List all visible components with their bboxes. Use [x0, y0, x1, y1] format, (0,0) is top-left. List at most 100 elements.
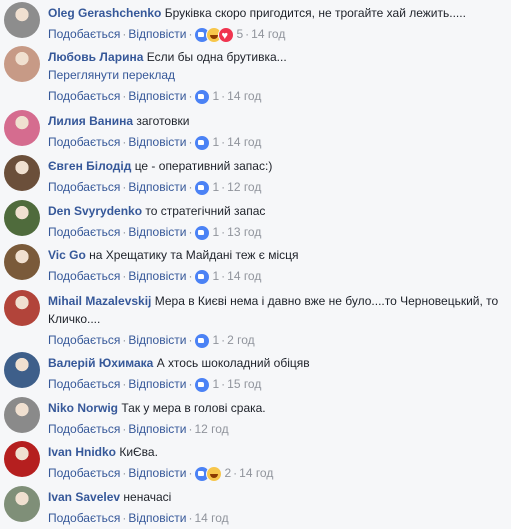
separator: ·	[188, 89, 193, 103]
comment-timestamp[interactable]: 12 год	[227, 180, 261, 194]
comment-author-link[interactable]: Ivan Hnidko	[48, 445, 116, 459]
comment-actions: Подобається · Відповісти · 1 · 13 год	[48, 223, 506, 242]
separator: ·	[245, 27, 250, 41]
comment-author-link[interactable]: Лилия Ванина	[48, 114, 133, 128]
comment-body: Niko Norwig Так у мера в голові срака. По…	[48, 399, 506, 438]
comment-timestamp[interactable]: 15 год	[227, 377, 261, 391]
like-reaction-icon	[194, 88, 211, 105]
separator: ·	[188, 333, 193, 347]
reactions-summary[interactable]	[194, 87, 211, 105]
comment-timestamp[interactable]: 14 год	[227, 135, 261, 149]
separator: ·	[233, 466, 238, 480]
reactions-summary[interactable]	[194, 464, 223, 482]
like-button[interactable]: Подобається	[48, 333, 120, 347]
reactions-summary[interactable]	[194, 375, 211, 393]
separator: ·	[188, 269, 193, 283]
comment-line: Валерій Юхимака А хтось шоколадний обіця…	[48, 354, 506, 372]
reply-button[interactable]: Відповісти	[128, 89, 186, 103]
reactions-summary[interactable]	[194, 25, 235, 45]
avatar[interactable]	[4, 486, 40, 522]
comment-actions: Подобається · Відповісти · 1 · 15 год	[48, 375, 506, 394]
reply-button[interactable]: Відповісти	[128, 333, 186, 347]
comment-author-link[interactable]: Любовь Ларина	[48, 50, 143, 64]
comment-line: Mihail Mazalevskij Мера в Києві нема і д…	[48, 292, 506, 328]
comment-line: Den Svyrydenko то стратегічний запас	[48, 202, 506, 220]
comment-author-link[interactable]: Валерій Юхимака	[48, 356, 153, 370]
separator: ·	[221, 180, 226, 194]
reactions-summary[interactable]	[194, 223, 211, 241]
like-reaction-icon	[194, 134, 211, 151]
comment-text: КиЄва.	[119, 445, 158, 459]
comment-author-link[interactable]: Oleg Gerashchenko	[48, 6, 161, 20]
like-button[interactable]: Подобається	[48, 422, 120, 436]
avatar[interactable]	[4, 397, 40, 433]
like-button[interactable]: Подобається	[48, 89, 120, 103]
reactions-summary[interactable]	[194, 178, 211, 196]
like-button[interactable]: Подобається	[48, 135, 120, 149]
separator: ·	[188, 466, 193, 480]
like-button[interactable]: Подобається	[48, 225, 120, 239]
reply-button[interactable]: Відповісти	[128, 422, 186, 436]
comment-actions: Подобається · Відповісти · 1 · 14 год	[48, 133, 506, 152]
comment-timestamp[interactable]: 14 год	[227, 89, 261, 103]
avatar[interactable]	[4, 290, 40, 326]
comment-actions: Подобається · Відповісти · 1 · 2 год	[48, 331, 506, 350]
comment-timestamp[interactable]: 2 год	[227, 333, 255, 347]
comment-author-link[interactable]: Євген Білодід	[48, 159, 131, 173]
reply-button[interactable]: Відповісти	[128, 135, 186, 149]
avatar[interactable]	[4, 46, 40, 82]
separator: ·	[188, 377, 193, 391]
reactions-summary[interactable]	[194, 267, 211, 285]
see-translation-link[interactable]: Переглянути переклад	[48, 66, 506, 84]
avatar[interactable]	[4, 200, 40, 236]
reply-button[interactable]: Відповісти	[128, 377, 186, 391]
avatar[interactable]	[4, 352, 40, 388]
comment-body: Лилия Ванина заготовки Подобається · Відпов…	[48, 112, 506, 152]
reactions-summary[interactable]	[194, 331, 211, 349]
comment-actions: Подобається · Відповісти · 1 · 14 год	[48, 267, 506, 286]
comment-line: Vic Go на Хрещатику та Майдані теж є міс…	[48, 246, 506, 264]
comment-timestamp[interactable]: 12 год	[194, 422, 228, 436]
like-button[interactable]: Подобається	[48, 377, 120, 391]
comment-line: Oleg Gerashchenko Бруківка скоро пригоди…	[48, 4, 506, 22]
like-button[interactable]: Подобається	[48, 180, 120, 194]
comment-author-link[interactable]: Niko Norwig	[48, 401, 118, 415]
comment-line: Любовь Ларина Если бы одна брутивка...	[48, 48, 506, 66]
comment-author-link[interactable]: Ivan Savelev	[48, 490, 120, 504]
comment-actions: Подобається · Відповісти · 12 год	[48, 420, 506, 438]
comment-body: Mihail Mazalevskij Мера в Києві нема і д…	[48, 292, 506, 350]
like-button[interactable]: Подобається	[48, 27, 120, 41]
avatar[interactable]	[4, 244, 40, 280]
comment-author-link[interactable]: Den Svyrydenko	[48, 204, 142, 218]
reply-button[interactable]: Відповісти	[128, 180, 186, 194]
comment-timestamp[interactable]: 13 год	[227, 225, 261, 239]
like-button[interactable]: Подобається	[48, 269, 120, 283]
like-button[interactable]: Подобається	[48, 466, 120, 480]
comment-author-link[interactable]: Mihail Mazalevskij	[48, 294, 151, 308]
reactions-summary[interactable]	[194, 133, 211, 151]
reply-button[interactable]: Відповісти	[128, 511, 186, 525]
comment-author-link[interactable]: Vic Go	[48, 248, 86, 262]
reply-button[interactable]: Відповісти	[128, 225, 186, 239]
avatar[interactable]	[4, 110, 40, 146]
reply-button[interactable]: Відповісти	[128, 27, 186, 41]
comment-line: Євген Білодід це - оперативний запас:)	[48, 157, 506, 175]
reply-button[interactable]: Відповісти	[128, 466, 186, 480]
like-button[interactable]: Подобається	[48, 511, 120, 525]
avatar[interactable]	[4, 441, 40, 477]
comment-body: Den Svyrydenko то стратегічний запас Подо…	[48, 202, 506, 242]
comment-timestamp[interactable]: 14 год	[251, 27, 285, 41]
avatar[interactable]	[4, 155, 40, 191]
reply-button[interactable]: Відповісти	[128, 269, 186, 283]
comment-line: Лилия Ванина заготовки	[48, 112, 506, 130]
comment-text: заготовки	[136, 114, 190, 128]
comment-timestamp[interactable]: 14 год	[227, 269, 261, 283]
avatar[interactable]	[4, 2, 40, 38]
comment-body: Ivan Savelev неначасі Подобається · Відпові…	[48, 488, 506, 527]
comment-timestamp[interactable]: 14 год	[239, 466, 273, 480]
comment-text: Так у мера в голові срака.	[121, 401, 266, 415]
separator: ·	[221, 89, 226, 103]
comment-actions: Подобається · Відповісти · 14 год	[48, 509, 506, 527]
comment-timestamp[interactable]: 14 год	[194, 511, 228, 525]
haha-reaction-icon	[206, 465, 223, 482]
